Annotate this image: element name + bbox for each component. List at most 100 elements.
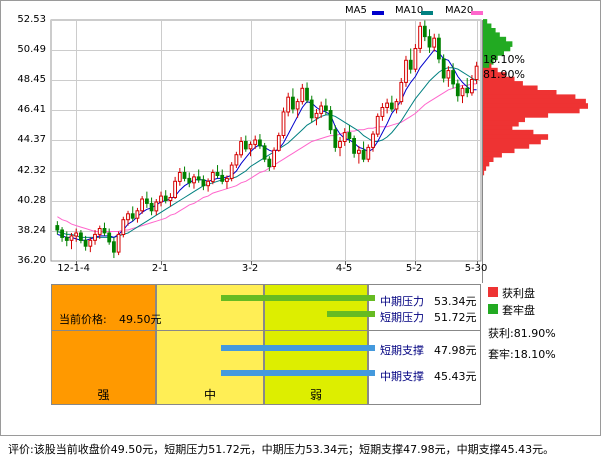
candle-body: [97, 228, 102, 235]
candle-body: [253, 139, 258, 145]
candle-body: [366, 146, 371, 160]
zone-strong: 强: [51, 284, 156, 405]
candle-body: [248, 143, 253, 150]
candle-body: [422, 25, 427, 38]
candle-body: [371, 133, 375, 148]
chip-profit-bar: [483, 169, 485, 176]
profit-legend-label: 获利盘: [502, 287, 535, 300]
y-tick-label: 48.45: [17, 73, 46, 85]
candle-body: [173, 180, 177, 199]
short-pressure-name: 短期压力: [380, 311, 424, 324]
y-tick-label: 36.20: [17, 254, 46, 266]
candle-body: [206, 180, 210, 187]
candle-body: [394, 101, 399, 110]
y-tick-label: 40.28: [17, 194, 46, 206]
mid-pressure-bar: [221, 295, 375, 301]
candle-body: [460, 87, 465, 97]
candle-body: [79, 232, 83, 241]
candle-body: [55, 225, 60, 231]
candle-body: [93, 233, 97, 241]
candle-body: [154, 201, 159, 212]
candle-body: [272, 149, 277, 168]
candle-body: [64, 236, 69, 241]
candle-body: [69, 235, 74, 241]
current-price-value: 49.50元: [119, 313, 162, 326]
candle-body: [408, 59, 413, 70]
candle-body: [276, 135, 281, 151]
mid-support-bar: [221, 370, 375, 376]
trapped-legend-label: 套牢盘: [502, 304, 535, 317]
current-price-label: 当前价格:: [59, 313, 107, 326]
candle-body: [130, 213, 135, 219]
candle-body: [441, 58, 446, 79]
zone-mid-label: 中: [203, 388, 216, 402]
trapped-pct-label: 18.10%: [483, 53, 525, 66]
candle-body: [215, 172, 220, 176]
trapped-ratio: 套牢:18.10%: [488, 348, 556, 361]
candle-body: [116, 233, 121, 253]
zone-divider: [51, 330, 481, 331]
candle-body: [465, 87, 470, 94]
x-tick-label: 5-2: [405, 263, 423, 274]
candle-body: [338, 141, 342, 148]
candle-body: [380, 107, 385, 117]
candle-body: [225, 177, 229, 182]
candle-body: [314, 112, 319, 119]
y-tick-label: 50.49: [17, 43, 46, 55]
candle-body: [347, 132, 352, 140]
trapped-swatch: [488, 304, 498, 314]
candle-body: [432, 37, 437, 48]
candle-body: [107, 232, 112, 243]
y-tick-label: 52.53: [17, 13, 46, 25]
candle-body: [243, 141, 248, 150]
candle-body: [145, 198, 149, 204]
y-tick-label: 42.32: [17, 164, 46, 176]
candle-body: [140, 198, 144, 212]
profit-pct-label: 81.90%: [483, 68, 525, 81]
candle-body: [234, 154, 239, 166]
candle-body: [451, 70, 456, 85]
candle-body: [309, 99, 314, 119]
short-support-name: 短期支撑: [380, 344, 424, 357]
candle-body: [361, 149, 366, 160]
x-tick-label: 12-1-4: [57, 263, 90, 274]
short-pressure-value: 51.72元: [434, 311, 477, 324]
candle-body: [295, 101, 300, 110]
candlestick-chart: [50, 19, 588, 283]
candle-body: [328, 110, 333, 131]
candle-body: [446, 70, 451, 79]
y-tick-label: 44.37: [17, 133, 46, 145]
candle-body: [385, 102, 390, 108]
candle-body: [258, 139, 262, 147]
mid-support-value: 45.43元: [434, 370, 477, 383]
profit-ratio: 获利:81.90%: [488, 327, 556, 340]
candle-body: [333, 129, 338, 148]
candle-body: [291, 96, 295, 110]
mid-pressure-name: 中期压力: [380, 295, 424, 308]
candle-body: [60, 229, 65, 238]
candle-body: [470, 79, 474, 94]
candle-body: [177, 172, 182, 182]
candle-body: [399, 81, 404, 103]
candle-body: [121, 219, 126, 235]
candle-body: [342, 132, 347, 143]
mid-pressure-value: 53.34元: [434, 295, 477, 308]
candle-body: [229, 164, 234, 179]
profit-swatch: [488, 287, 498, 297]
candle-body: [126, 213, 130, 221]
candle-body: [88, 239, 93, 247]
candle-body: [196, 176, 201, 181]
zone-strong-label: 强: [97, 388, 110, 402]
candle-body: [319, 105, 324, 114]
x-tick-label: 2-1: [151, 263, 169, 274]
candle-body: [149, 202, 154, 212]
mid-support-name: 中期支撑: [380, 370, 424, 383]
candle-body: [192, 176, 196, 184]
candle-body: [286, 96, 291, 113]
candle-body: [305, 87, 309, 101]
candle-body: [267, 158, 272, 168]
candle-body: [389, 102, 394, 110]
candle-body: [112, 241, 116, 253]
candle-body: [474, 65, 479, 80]
y-tick-label: 46.41: [17, 103, 46, 115]
